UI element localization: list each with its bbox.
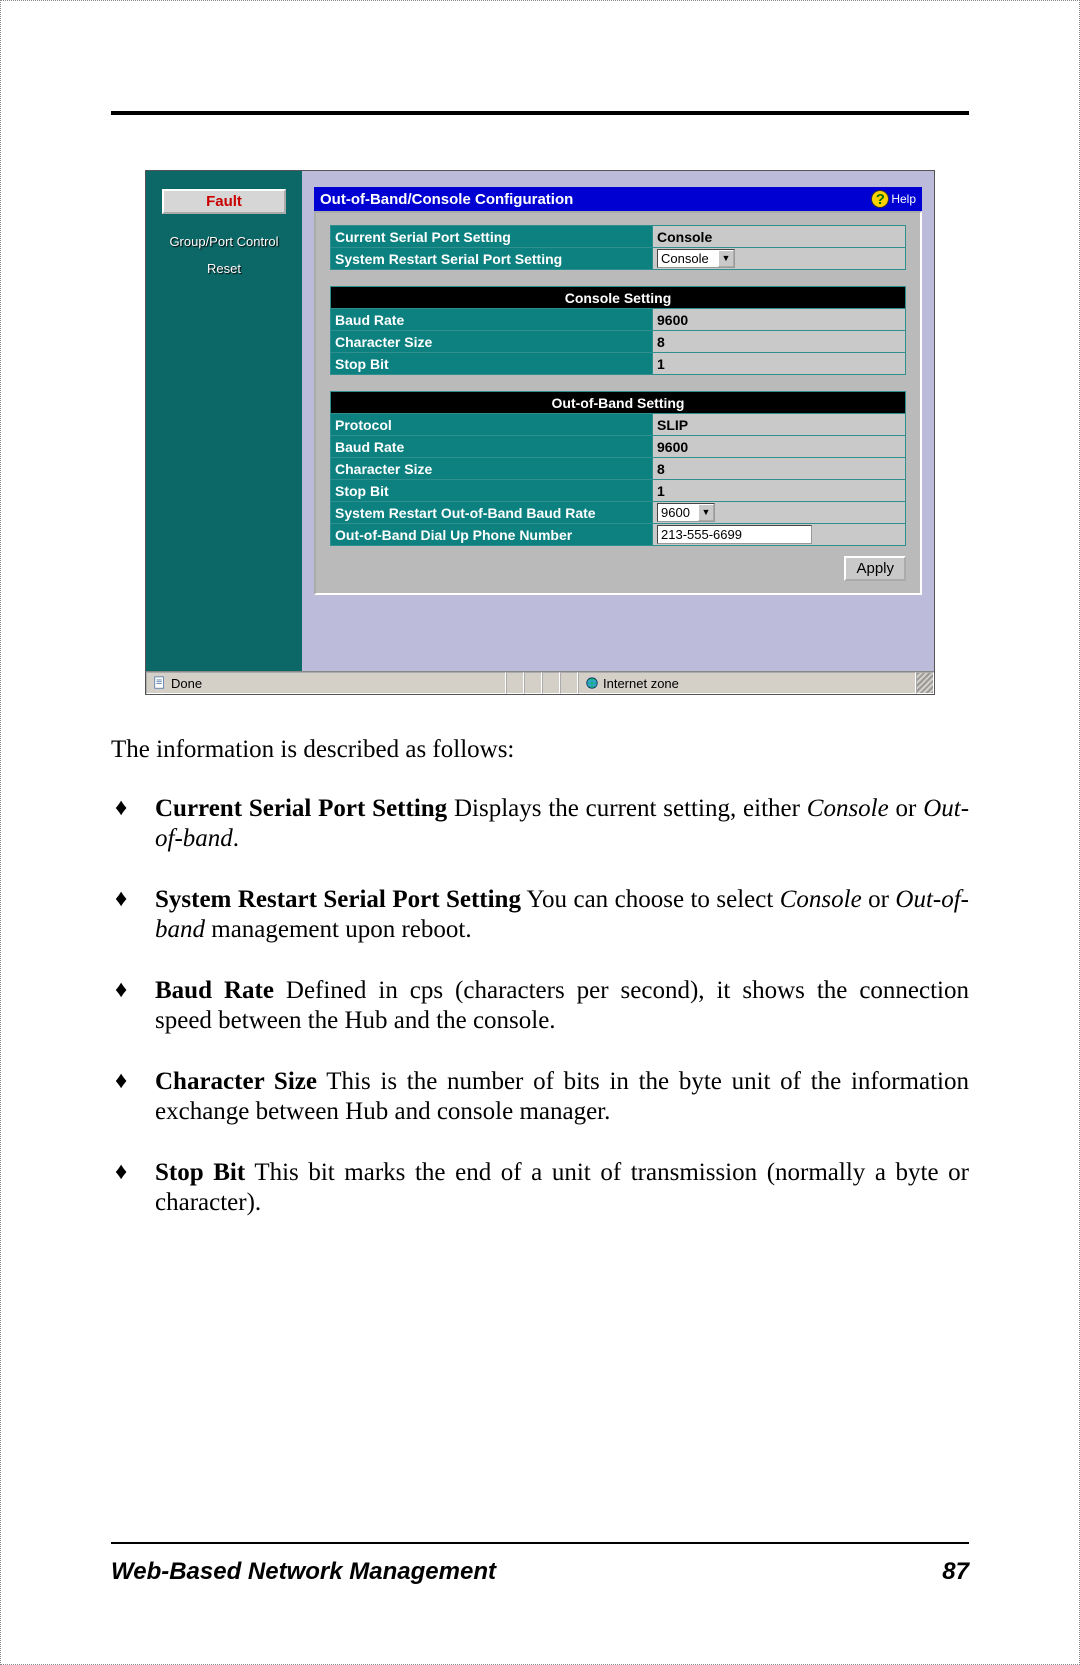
- bullet-item: Stop Bit This bit marks the end of a uni…: [111, 1158, 969, 1219]
- status-left-text: Done: [171, 676, 202, 691]
- desc-mid: or: [889, 795, 923, 822]
- term: Baud Rate: [155, 977, 274, 1004]
- status-blank: [542, 672, 560, 694]
- term: System Restart Serial Port Setting: [155, 886, 521, 913]
- desc-pre: Displays the current setting, either: [454, 795, 807, 822]
- desc-post: management upon reboot.: [205, 916, 472, 943]
- sidebar-item-groupport[interactable]: Group/Port Control: [146, 228, 302, 255]
- oob-setting-header: Out-of-Band Setting: [331, 392, 906, 414]
- restart-serial-cell: Console ▼: [653, 248, 906, 270]
- oob-baud-value: 9600: [653, 436, 906, 458]
- oob-restart-baud-label: System Restart Out-of-Band Baud Rate: [331, 502, 653, 524]
- status-left: Done: [146, 672, 506, 694]
- console-stopbit-value: 1: [653, 353, 906, 375]
- term: Character Size: [155, 1068, 317, 1095]
- bullet-item: System Restart Serial Port Setting You c…: [111, 885, 969, 946]
- desc-post: .: [233, 825, 239, 852]
- oob-setting-table: Out-of-Band Setting Protocol SLIP Baud R…: [330, 391, 906, 546]
- footer-title: Web-Based Network Management: [111, 1558, 496, 1586]
- oob-restart-baud-select-value: 9600: [658, 505, 698, 520]
- desc-full: This bit marks the end of a unit of tran…: [155, 1159, 969, 1217]
- sep: [447, 795, 454, 822]
- status-right-text: Internet zone: [603, 676, 679, 691]
- body-text: The information is described as follows:…: [111, 735, 969, 1219]
- desc-it1: Console: [807, 795, 889, 822]
- oob-restart-baud-select[interactable]: 9600 ▼: [657, 503, 715, 522]
- panel-title: Out-of-Band/Console Configuration: [320, 191, 573, 208]
- internet-zone-icon: [585, 676, 599, 690]
- console-stopbit-label: Stop Bit: [331, 353, 653, 375]
- term: Current Serial Port Setting: [155, 795, 447, 822]
- status-blank: [524, 672, 542, 694]
- oob-protocol-label: Protocol: [331, 414, 653, 436]
- top-rule: [111, 111, 969, 115]
- console-setting-header: Console Setting: [331, 287, 906, 309]
- footer-page: 87: [942, 1558, 969, 1586]
- restart-serial-select-value: Console: [658, 251, 718, 266]
- oob-dialup-cell: 213-555-6699: [653, 524, 906, 546]
- oob-dialup-label: Out-of-Band Dial Up Phone Number: [331, 524, 653, 546]
- desc-mid: or: [862, 886, 896, 913]
- sep: [245, 1159, 254, 1186]
- embedded-screenshot: Fault Group/Port Control Reset Out-of-Ba…: [145, 170, 935, 695]
- oob-dialup-input[interactable]: 213-555-6699: [657, 525, 812, 544]
- status-blank: [560, 672, 578, 694]
- resize-grip[interactable]: [916, 672, 934, 694]
- current-serial-value: Console: [653, 226, 906, 248]
- document-icon: [153, 676, 167, 690]
- intro-text: The information is described as follows:: [111, 735, 969, 766]
- desc-it1: Console: [780, 886, 862, 913]
- chevron-down-icon: ▼: [718, 250, 734, 267]
- status-blank: [506, 672, 524, 694]
- current-serial-label: Current Serial Port Setting: [331, 226, 653, 248]
- oob-baud-label: Baud Rate: [331, 436, 653, 458]
- term: Stop Bit: [155, 1159, 245, 1186]
- sep: [317, 1068, 326, 1095]
- oob-stopbit-label: Stop Bit: [331, 480, 653, 502]
- statusbar: Done Internet zone: [146, 671, 934, 694]
- oob-stopbit-value: 1: [653, 480, 906, 502]
- desc-pre: You can choose to select: [526, 886, 779, 913]
- oob-charsize-label: Character Size: [331, 458, 653, 480]
- serial-port-table: Current Serial Port Setting Console Syst…: [330, 225, 906, 270]
- sidebar: Fault Group/Port Control Reset: [146, 171, 302, 671]
- console-baud-label: Baud Rate: [331, 309, 653, 331]
- footer: Web-Based Network Management 87: [111, 1542, 969, 1586]
- bullet-item: Baud Rate Defined in cps (characters per…: [111, 976, 969, 1037]
- restart-serial-select[interactable]: Console ▼: [657, 249, 735, 268]
- oob-charsize-value: 8: [653, 458, 906, 480]
- console-charsize-label: Character Size: [331, 331, 653, 353]
- oob-restart-baud-cell: 9600 ▼: [653, 502, 906, 524]
- help-button[interactable]: ? Help: [871, 190, 916, 208]
- bullet-item: Character Size This is the number of bit…: [111, 1067, 969, 1128]
- apply-button[interactable]: Apply: [844, 556, 906, 581]
- help-label: Help: [891, 192, 916, 206]
- chevron-down-icon: ▼: [698, 504, 714, 521]
- console-setting-table: Console Setting Baud Rate 9600 Character…: [330, 286, 906, 375]
- bullet-item: Current Serial Port Setting Displays the…: [111, 794, 969, 855]
- fault-button[interactable]: Fault: [162, 189, 286, 214]
- restart-serial-label: System Restart Serial Port Setting: [331, 248, 653, 270]
- help-icon: ?: [871, 190, 889, 208]
- status-right: Internet zone: [578, 672, 916, 694]
- footer-rule: [111, 1542, 969, 1544]
- sep: [274, 977, 286, 1004]
- panel-titlebar: Out-of-Band/Console Configuration ? Help: [314, 187, 922, 211]
- console-baud-value: 9600: [653, 309, 906, 331]
- console-charsize-value: 8: [653, 331, 906, 353]
- config-panel: Current Serial Port Setting Console Syst…: [314, 211, 922, 595]
- oob-protocol-value: SLIP: [653, 414, 906, 436]
- sidebar-item-reset[interactable]: Reset: [146, 255, 302, 282]
